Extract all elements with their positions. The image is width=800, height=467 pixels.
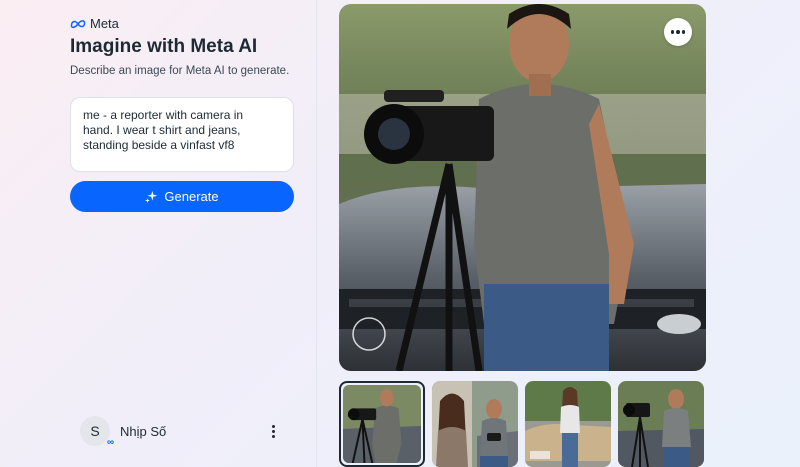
- user-menu-button[interactable]: [266, 420, 280, 442]
- more-vertical-icon: [271, 424, 275, 428]
- thumbnail-3[interactable]: [525, 381, 611, 467]
- thumbnail-strip: [339, 381, 704, 467]
- user-profile[interactable]: S ∞ Nhịp Số: [80, 416, 167, 448]
- generate-button-label: Generate: [164, 189, 219, 204]
- page-title: Imagine with Meta AI: [70, 36, 258, 57]
- page-subtitle: Describe an image for Meta AI to generat…: [70, 65, 290, 77]
- left-panel: Meta Imagine with Meta AI Describe an im…: [0, 0, 316, 467]
- prompt-input[interactable]: me - a reporter with camera in hand. I w…: [70, 97, 294, 172]
- avatar[interactable]: S ∞: [80, 416, 114, 448]
- generated-image-main-picture: [339, 4, 706, 371]
- sparkle-icon: [145, 190, 158, 203]
- thumbnail-4[interactable]: [618, 381, 704, 467]
- panel-divider: [316, 0, 317, 467]
- meta-infinity-icon: [70, 19, 86, 28]
- meta-logo[interactable]: Meta: [70, 16, 119, 31]
- more-horizontal-icon: [670, 30, 675, 34]
- thumbnail-2-picture: [432, 381, 518, 467]
- thumbnail-4-picture: [618, 381, 704, 467]
- thumbnail-1-picture: [343, 385, 421, 463]
- generated-image-main[interactable]: [339, 4, 706, 371]
- image-more-button[interactable]: [664, 18, 692, 46]
- avatar-initial: S: [90, 423, 100, 439]
- thumbnail-1[interactable]: [339, 381, 425, 467]
- user-name: Nhịp Số: [120, 423, 167, 439]
- brand-name: Meta: [90, 16, 119, 31]
- thumbnail-3-picture: [525, 381, 611, 467]
- generate-button[interactable]: Generate: [70, 181, 294, 212]
- thumbnail-2[interactable]: [432, 381, 518, 467]
- meta-badge-icon: ∞: [106, 437, 114, 448]
